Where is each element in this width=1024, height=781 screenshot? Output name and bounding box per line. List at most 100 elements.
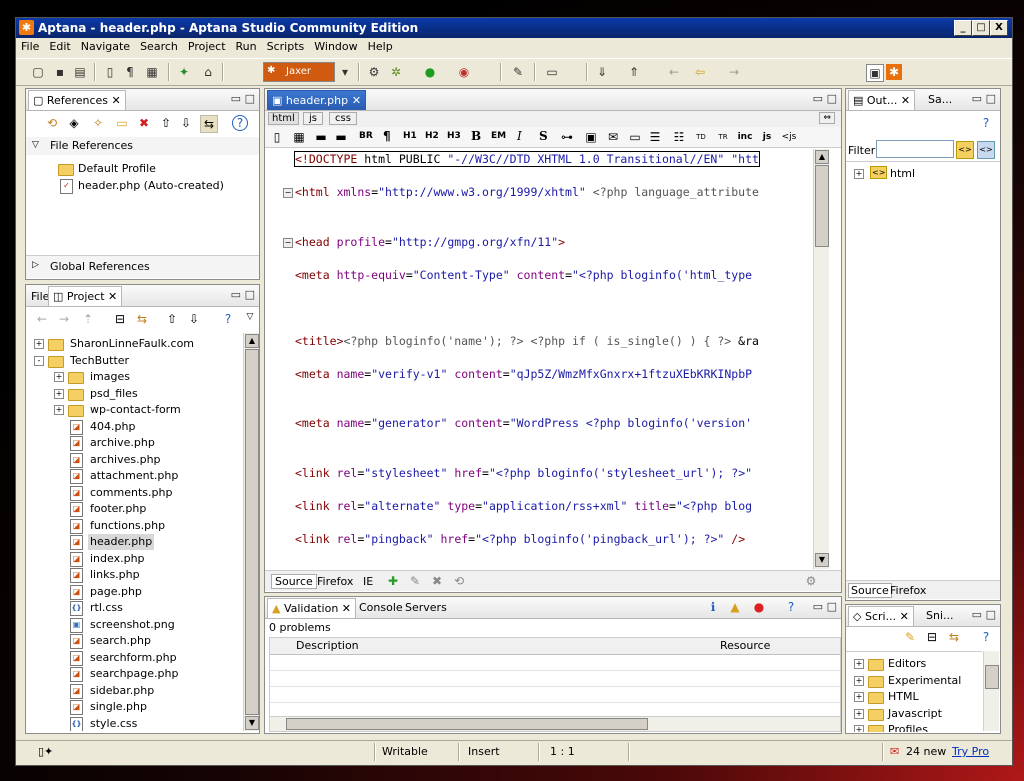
code-line[interactable]: <!DOCTYPE html PUBLIC "-//W3C//DTD XHTML…	[294, 151, 760, 167]
expand-icon[interactable]: +	[54, 388, 64, 399]
menu-search[interactable]: Search	[135, 38, 183, 55]
collapse-icon[interactable]: -	[34, 355, 44, 366]
fold-icon[interactable]: −	[283, 237, 293, 248]
scripts-tab[interactable]: ◇ Scri... ✕	[848, 606, 914, 626]
minimize-icon[interactable]: ▭	[231, 92, 241, 105]
view-menu-icon[interactable]: ▽	[242, 309, 258, 325]
plugin-icon[interactable]: ✦	[176, 64, 192, 80]
source-tab[interactable]: Source	[271, 574, 317, 589]
try-pro-link[interactable]: Try Pro	[952, 745, 989, 758]
expand-icon[interactable]: +	[854, 169, 864, 179]
h3-button[interactable]: H3	[447, 131, 461, 141]
minimize-icon[interactable]: ▭	[231, 288, 241, 301]
tree-item[interactable]: ◪ functions.php	[54, 518, 236, 534]
tree-item[interactable]: ◪ searchform.php	[54, 650, 236, 666]
close-icon[interactable]: ✕	[105, 290, 117, 303]
include-icon[interactable]: inc	[737, 129, 753, 145]
minimize-icon[interactable]: ▭	[813, 92, 823, 105]
back-icon[interactable]: ←	[34, 311, 50, 327]
move-down-icon[interactable]: ⇩	[186, 311, 202, 327]
edit-script-icon[interactable]: ✎	[902, 629, 918, 645]
doc-icon[interactable]: ▯	[269, 129, 285, 145]
back-nav-icon[interactable]: ⇦	[692, 64, 708, 80]
scroll-up-icon[interactable]: ▲	[245, 334, 259, 348]
news-count[interactable]: 24 new	[906, 745, 946, 758]
code-line[interactable]: <title><?php bloginfo('name'); ?> <?php …	[295, 334, 759, 348]
tree-item[interactable]: ◪ searchpage.php	[54, 666, 236, 682]
settings-icon[interactable]: ⚙	[803, 573, 819, 589]
snippets-tab[interactable]: Sni...	[926, 609, 954, 622]
outline-firefox-tab[interactable]: Firefox	[890, 584, 926, 597]
ie-tab[interactable]: IE	[363, 575, 373, 588]
bug-icon[interactable]: ✲	[388, 64, 404, 80]
menu-project[interactable]: Project	[183, 38, 231, 55]
tree-item[interactable]: + images	[54, 369, 236, 385]
js-block-icon[interactable]: <js	[781, 129, 797, 145]
code-area[interactable]: <!DOCTYPE html PUBLIC "-//W3C//DTD XHTML…	[265, 149, 813, 569]
bold-button[interactable]: B	[471, 129, 481, 143]
maximize-icon[interactable]: □	[245, 92, 255, 105]
expand-icon[interactable]: +	[854, 708, 864, 719]
css-tab[interactable]: css	[329, 112, 357, 125]
tree-item[interactable]: ◪ single.php	[54, 699, 236, 715]
header-php-tab[interactable]: ▣ header.php ✕	[267, 90, 367, 110]
collapse-tags-icon[interactable]: <>	[977, 141, 995, 159]
scroll-thumb[interactable]	[245, 349, 259, 715]
help-icon[interactable]: ?	[978, 629, 994, 645]
h1-button[interactable]: H1	[403, 131, 417, 141]
refresh-icon[interactable]: ⟲	[44, 115, 60, 131]
close-icon[interactable]: ✕	[108, 94, 121, 107]
link-icon[interactable]: ⇆	[946, 629, 962, 645]
collapse-all-icon[interactable]: ⊟	[924, 629, 940, 645]
close-button[interactable]: X	[990, 20, 1008, 36]
validation-tab[interactable]: ▲ Validation ✕	[267, 598, 357, 618]
tree-item[interactable]: ▣ screenshot.png	[54, 617, 236, 633]
paragraph-button[interactable]: ¶	[383, 129, 391, 143]
layout-icon[interactable]: ▦	[144, 64, 160, 80]
project-tab[interactable]: ◫ Project ✕	[48, 286, 123, 306]
tree-item[interactable]: ◪ search.php	[54, 633, 236, 649]
tree-item[interactable]: ◪ archives.php	[54, 452, 236, 468]
strike-button[interactable]: S	[539, 129, 548, 143]
view-icon[interactable]: ◈	[66, 115, 82, 131]
close-icon[interactable]: ✕	[348, 94, 361, 107]
ordered-list-icon[interactable]: ☷	[671, 129, 687, 145]
tree-item[interactable]: + SharonLinneFaulk.com	[34, 336, 236, 352]
tr-icon[interactable]: TR	[715, 129, 731, 145]
tree-item[interactable]: ◪ archive.php	[54, 435, 236, 451]
samples-tab[interactable]: Sa...	[928, 93, 952, 106]
code-line[interactable]: <meta name="generator" content="WordPres…	[295, 416, 752, 430]
error-filter-icon[interactable]: ●	[751, 599, 767, 615]
maximize-icon[interactable]: □	[827, 92, 837, 105]
delete-icon[interactable]: ✖	[429, 573, 445, 589]
tree-item[interactable]: ◪ attachment.php	[54, 468, 236, 484]
expand-icon[interactable]: +	[34, 339, 44, 349]
open-folder-icon[interactable]: ▭	[544, 64, 560, 80]
scroll-thumb[interactable]	[286, 718, 648, 730]
firefox-tab[interactable]: Firefox	[317, 575, 353, 588]
servers-tab[interactable]: Servers	[405, 601, 447, 614]
h2-button[interactable]: H2	[425, 131, 439, 141]
add-icon[interactable]: ✚	[385, 573, 401, 589]
list-icon[interactable]: ☰	[647, 129, 663, 145]
menu-scripts[interactable]: Scripts	[262, 38, 310, 55]
expand-icon[interactable]: +	[854, 675, 864, 686]
maximize-icon[interactable]: □	[827, 600, 837, 613]
warning-filter-icon[interactable]: ▲	[727, 599, 743, 615]
menu-run[interactable]: Run	[231, 38, 262, 55]
tree-item[interactable]: ◪ links.php	[54, 567, 236, 583]
maximize-icon[interactable]: □	[986, 608, 996, 621]
description-column-header[interactable]: Description	[292, 638, 717, 655]
minimize-button[interactable]: _	[954, 20, 972, 36]
em-button[interactable]: EM	[491, 131, 506, 141]
tree-item[interactable]: ◪ page.php	[54, 584, 236, 600]
code-line[interactable]: <link rel="pingback" href="<?php bloginf…	[295, 532, 745, 546]
console-tab[interactable]: Console	[359, 601, 403, 614]
refresh-icon[interactable]: ⟲	[451, 573, 467, 589]
fold-icon[interactable]: −	[283, 188, 293, 198]
menu-window[interactable]: Window	[309, 38, 362, 55]
run-icon[interactable]: ●	[422, 64, 438, 80]
delete-icon[interactable]: ✖	[136, 115, 152, 131]
editor-scrollbar[interactable]: ▲ ▼	[813, 149, 829, 569]
scroll-up-icon[interactable]: ▲	[815, 150, 829, 164]
